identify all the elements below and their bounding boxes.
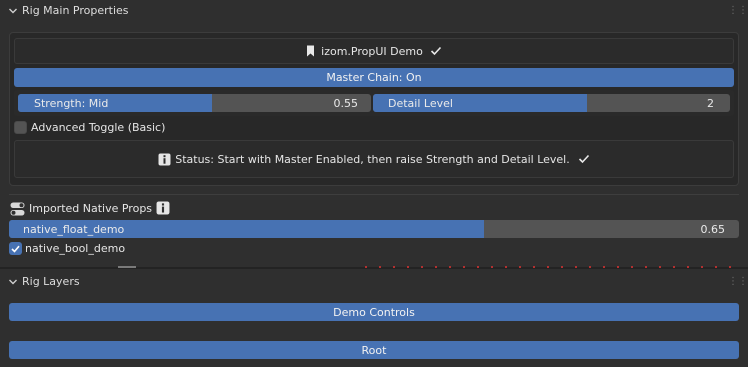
layer-button-demo-controls[interactable]: Demo Controls — [9, 303, 739, 321]
detail-level-label: Detail Level — [388, 96, 453, 110]
rig-main-panel-header[interactable]: Rig Main Properties ⋮⋮⋮ — [0, 0, 748, 22]
checkmark-icon — [430, 46, 441, 56]
layer-button-label: Demo Controls — [333, 305, 415, 319]
panel-title: Rig Layers — [22, 275, 80, 288]
strength-slider[interactable]: Strength: Mid 0.55 — [18, 94, 371, 112]
chevron-down-icon — [9, 279, 17, 285]
info-icon — [156, 201, 170, 215]
layer-button-label: Root — [361, 343, 387, 357]
rig-layers-panel-header[interactable]: Rig Layers ⋮⋮⋮ — [0, 270, 748, 294]
native-float-value: 0.65 — [700, 222, 726, 236]
chevron-down-icon — [9, 8, 17, 14]
status-box: Status: Start with Master Enabled, then … — [14, 140, 734, 178]
info-icon — [158, 153, 171, 165]
checkbox-icon[interactable] — [9, 242, 22, 255]
native-bool-toggle[interactable]: native_bool_demo — [9, 242, 209, 256]
toggle-icon — [10, 202, 25, 216]
scroll-indicator[interactable] — [118, 266, 136, 268]
detail-level-slider[interactable]: Detail Level 2 — [373, 94, 730, 112]
drag-grip-icon[interactable]: ⋮⋮⋮ — [728, 6, 748, 16]
separator — [9, 194, 739, 195]
addon-header-row: izom.PropUI Demo — [14, 38, 734, 64]
master-chain-toggle[interactable]: Master Chain: On — [14, 68, 734, 87]
status-text: Status: Start with Master Enabled, then … — [175, 152, 570, 166]
checkmark-icon — [578, 154, 589, 164]
imported-props-title: Imported Native Props — [29, 202, 153, 215]
advanced-toggle[interactable]: Advanced Toggle (Basic) — [14, 121, 214, 135]
layer-button-root[interactable]: Root — [9, 341, 739, 359]
detail-level-value: 2 — [707, 96, 714, 110]
bookmark-icon — [307, 45, 315, 57]
native-float-label: native_float_demo — [23, 222, 125, 236]
red-dots — [365, 266, 735, 268]
strength-label: Strength: Mid — [34, 96, 109, 110]
checkbox-icon[interactable] — [14, 121, 27, 134]
drag-grip-icon[interactable]: ⋮⋮⋮ — [728, 277, 748, 287]
checkmark-icon — [11, 245, 20, 253]
advanced-toggle-label: Advanced Toggle (Basic) — [31, 121, 166, 134]
panel-title: Rig Main Properties — [22, 4, 129, 17]
native-bool-label: native_bool_demo — [25, 242, 126, 255]
master-chain-label: Master Chain: On — [326, 71, 422, 84]
addon-header-label: izom.PropUI Demo — [321, 44, 423, 58]
strength-value: 0.55 — [333, 96, 359, 110]
native-float-slider[interactable]: native_float_demo 0.65 — [9, 220, 739, 238]
